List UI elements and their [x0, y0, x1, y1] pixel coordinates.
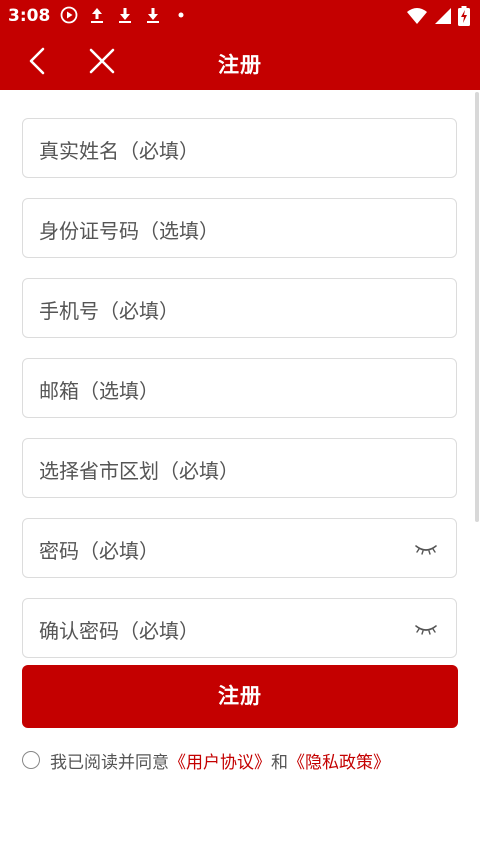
phone-field[interactable]: 手机号（必填） — [22, 278, 457, 338]
download-icon — [144, 6, 162, 24]
register-button[interactable]: 注册 — [22, 665, 458, 728]
agreement-and: 和 — [271, 752, 288, 773]
confirm-password-placeholder: 确认密码（必填） — [39, 619, 199, 643]
phone-placeholder: 手机号（必填） — [39, 299, 179, 323]
status-bar: 3:08 — [0, 0, 480, 33]
user-agreement-link[interactable]: 《用户协议》 — [169, 748, 271, 773]
confirm-password-field[interactable]: 确认密码（必填） — [22, 598, 457, 658]
real-name-field[interactable]: 真实姓名（必填） — [22, 118, 457, 178]
page-title: 注册 — [218, 53, 262, 77]
app-bar: 注册 — [0, 33, 480, 90]
dot-icon — [172, 6, 190, 24]
privacy-policy-link[interactable]: 《隐私政策》 — [288, 748, 390, 773]
region-placeholder: 选择省市区划（必填） — [39, 459, 239, 483]
signal-icon — [434, 7, 452, 29]
email-placeholder: 邮箱（选填） — [39, 379, 159, 403]
download-icon — [116, 6, 134, 24]
password-field[interactable]: 密码（必填） — [22, 518, 457, 578]
region-select-field[interactable]: 选择省市区划（必填） — [22, 438, 457, 498]
upload-icon — [88, 6, 106, 24]
real-name-placeholder: 真实姓名（必填） — [39, 139, 199, 163]
email-field[interactable]: 邮箱（选填） — [22, 358, 457, 418]
status-time: 3:08 — [8, 6, 51, 26]
play-icon — [60, 6, 78, 24]
notification-icons — [60, 6, 190, 24]
password-placeholder: 密码（必填） — [39, 539, 159, 563]
system-icons — [406, 6, 470, 30]
id-number-field[interactable]: 身份证号码（选填） — [22, 198, 457, 258]
agreement-prefix: 我已阅读并同意 — [50, 752, 169, 773]
id-number-placeholder: 身份证号码（选填） — [39, 219, 219, 243]
eye-closed-icon[interactable] — [414, 621, 438, 637]
agree-radio[interactable] — [22, 751, 40, 769]
battery-charging-icon — [458, 6, 470, 30]
eye-closed-icon[interactable] — [414, 541, 438, 557]
wifi-icon — [406, 7, 428, 29]
scrollbar[interactable] — [475, 92, 479, 522]
agreement-row: 我已阅读并同意 《用户协议》 和 《隐私政策》 — [22, 748, 390, 773]
